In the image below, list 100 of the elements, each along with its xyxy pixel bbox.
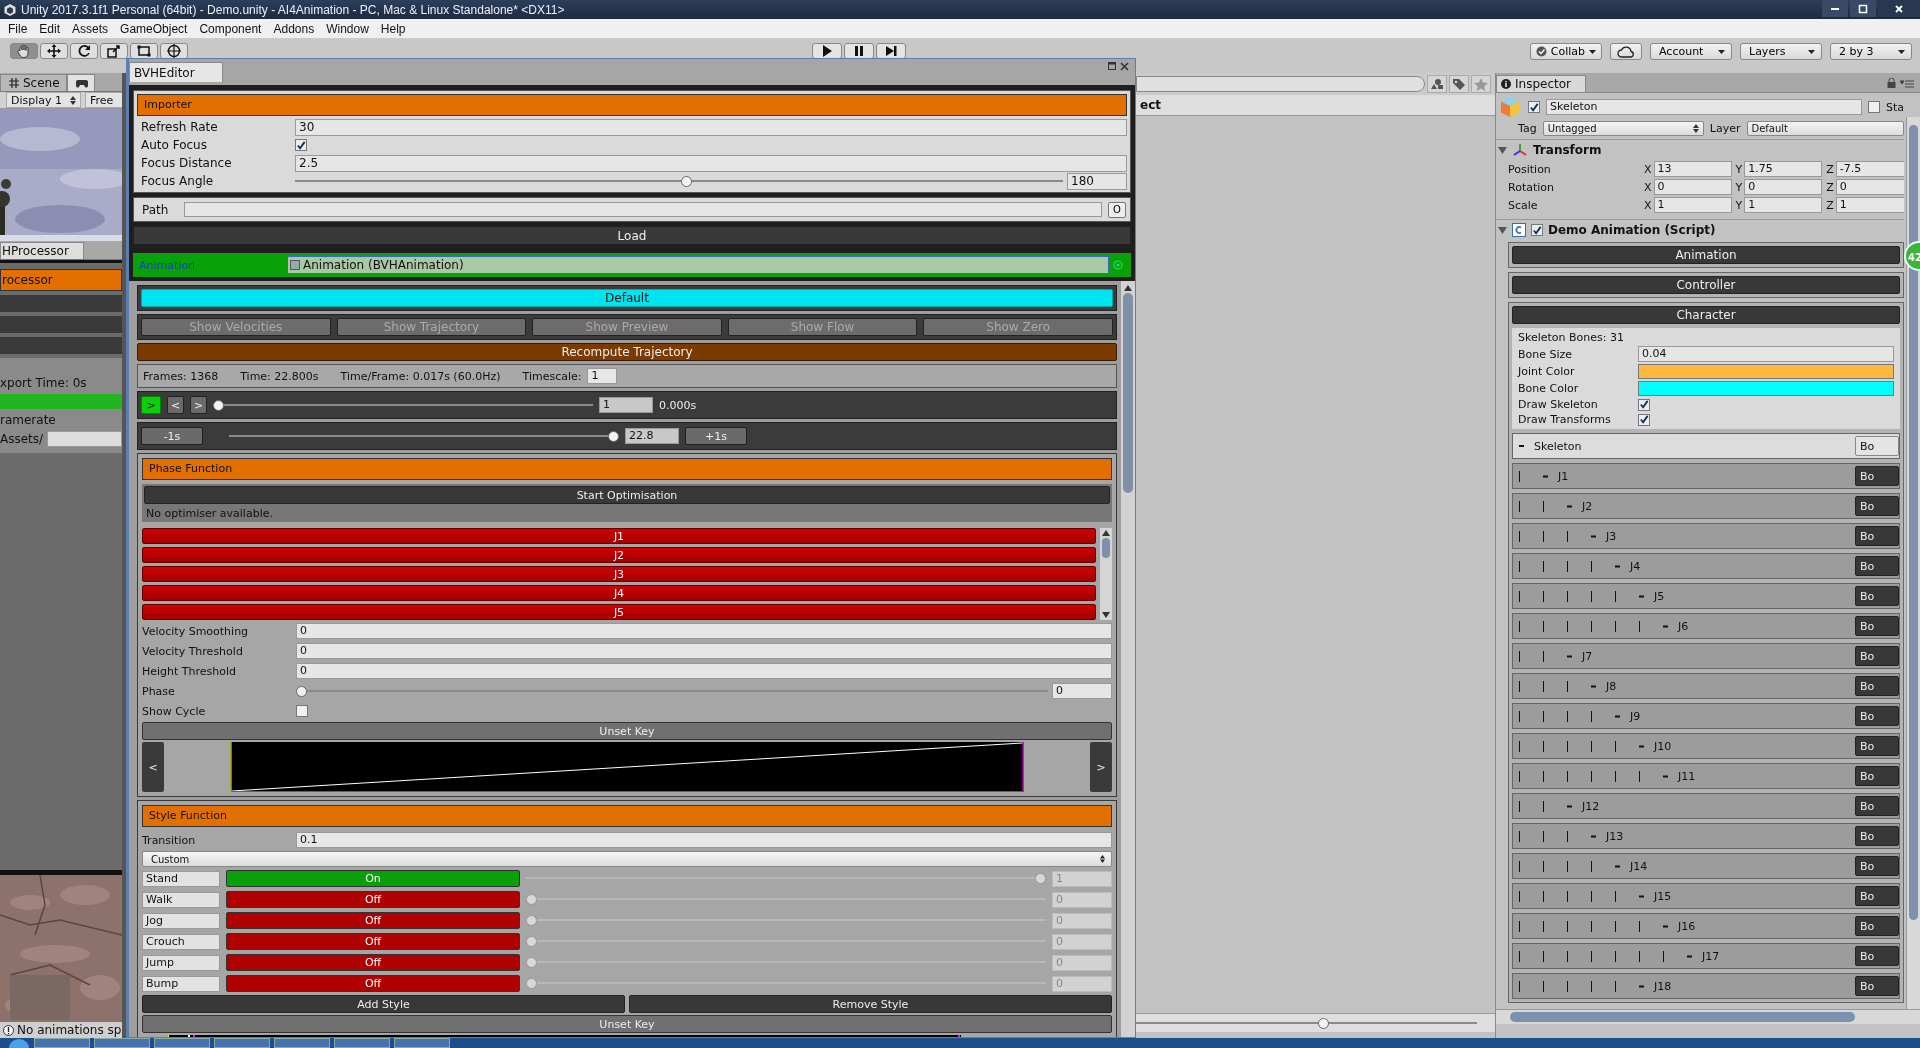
time-field[interactable]: 22.8 xyxy=(625,428,679,444)
tree-row[interactable]: J1 Bo xyxy=(1512,463,1900,489)
timescale-field[interactable]: 1 xyxy=(587,368,618,384)
tree-row[interactable]: J9 Bo xyxy=(1512,703,1900,729)
mode-dropdown[interactable]: Custom xyxy=(142,851,1112,867)
checkbox[interactable] xyxy=(1867,101,1880,113)
menu-item[interactable]: Edit xyxy=(33,20,67,37)
section-button[interactable]: Controller xyxy=(1512,276,1900,294)
bone-button[interactable]: Bo xyxy=(1855,736,1899,756)
menu-item[interactable]: Help xyxy=(374,20,412,37)
browse-button[interactable]: O xyxy=(1108,201,1126,218)
bone-button[interactable]: Bo xyxy=(1855,976,1899,996)
minimize-button[interactable] xyxy=(1822,0,1848,17)
tab[interactable]: HProcessor xyxy=(0,242,84,259)
scroll-up-icon[interactable] xyxy=(1124,285,1132,291)
playback-button[interactable] xyxy=(875,43,906,59)
menu-item[interactable]: Window xyxy=(320,20,375,37)
bone-button[interactable]: Bo xyxy=(1855,826,1899,846)
text-field[interactable]: 0.1 xyxy=(296,832,1112,848)
add-style-button[interactable]: Add Style xyxy=(142,995,625,1013)
section-button[interactable]: Character xyxy=(1512,306,1900,324)
checkbox[interactable] xyxy=(1528,101,1540,113)
number-field[interactable]: 13 xyxy=(1653,161,1732,177)
slider-thumb[interactable] xyxy=(681,175,693,187)
joint-button[interactable]: J5 xyxy=(142,604,1096,620)
name-field[interactable]: Skeleton xyxy=(1546,99,1862,115)
menu-item[interactable]: File xyxy=(2,20,34,37)
bone-button[interactable]: Bo xyxy=(1855,646,1899,666)
tree-row[interactable]: J11 Bo xyxy=(1512,763,1900,789)
label-button[interactable] xyxy=(1449,75,1469,93)
scroll-down-icon[interactable] xyxy=(1102,612,1110,618)
number-field[interactable]: 0 xyxy=(1653,179,1732,195)
filter-button[interactable] xyxy=(1427,75,1447,93)
slider-thumb[interactable] xyxy=(608,430,619,442)
color-field[interactable] xyxy=(1638,381,1894,396)
display-dropdown[interactable]: Display 1 xyxy=(6,92,82,108)
cloud-button[interactable] xyxy=(1610,43,1642,60)
tool-button[interactable] xyxy=(70,43,98,59)
collab-button[interactable]: Collab xyxy=(1529,43,1602,60)
previous-button[interactable]: < xyxy=(142,742,164,792)
tree-row[interactable]: J10 Bo xyxy=(1512,733,1900,759)
tree-row[interactable]: J13 Bo xyxy=(1512,823,1900,849)
joint-button[interactable]: J4 xyxy=(142,585,1096,601)
taskbar-button[interactable] xyxy=(274,1038,330,1048)
text-field[interactable]: 2.5 xyxy=(295,154,1127,172)
bone-button[interactable]: Bo xyxy=(1855,496,1899,516)
tab[interactable] xyxy=(66,74,95,91)
menu-icon[interactable] xyxy=(1900,80,1914,88)
tab[interactable]: BVHEditor xyxy=(129,62,223,82)
menu-item[interactable]: Assets xyxy=(66,20,115,37)
taskbar-button[interactable] xyxy=(214,1038,270,1048)
tree-row[interactable]: J4 Bo xyxy=(1512,553,1900,579)
playback-button[interactable] xyxy=(843,43,874,59)
previous-button[interactable]: < xyxy=(167,396,184,414)
taskbar-button[interactable] xyxy=(394,1038,450,1048)
checkbox[interactable] xyxy=(295,139,307,151)
tree-row[interactable]: J7 Bo xyxy=(1512,643,1900,669)
slider-track[interactable] xyxy=(1136,1017,1477,1029)
recompute-button[interactable]: Recompute Trajectory xyxy=(137,343,1117,361)
start-icon[interactable] xyxy=(8,1038,30,1048)
expand-arrow-icon[interactable] xyxy=(1498,145,1507,155)
text-field[interactable]: 30 xyxy=(295,118,1127,136)
number-field[interactable]: 1 xyxy=(1744,197,1823,213)
layout-dropdown[interactable]: 2 by 3 xyxy=(1830,43,1912,60)
taskbar-button[interactable] xyxy=(94,1038,150,1048)
number-field[interactable]: 0 xyxy=(1744,179,1823,195)
tool-button[interactable] xyxy=(130,43,158,59)
tree-row[interactable]: J3 Bo xyxy=(1512,523,1900,549)
bone-button[interactable]: Bo xyxy=(1855,556,1899,576)
value-field[interactable]: 180 xyxy=(1067,172,1127,190)
number-field[interactable]: 1.75 xyxy=(1744,161,1823,177)
tab[interactable]: Scene xyxy=(0,74,67,91)
tree-row[interactable]: J12 Bo xyxy=(1512,793,1900,819)
number-field[interactable]: 1 xyxy=(1835,197,1904,213)
bone-button[interactable]: Bo xyxy=(1855,766,1899,786)
number-field[interactable]: -7.5 xyxy=(1835,161,1904,177)
joint-button[interactable]: J3 xyxy=(142,566,1096,582)
scrollbar[interactable] xyxy=(1121,281,1135,1037)
section-button[interactable]: Animation xyxy=(1512,246,1900,264)
checkbox[interactable] xyxy=(1638,413,1650,426)
text-field[interactable]: 0 xyxy=(296,623,1112,639)
tree-row[interactable]: J8 Bo xyxy=(1512,673,1900,699)
bone-button[interactable]: Bo xyxy=(1855,526,1899,546)
joint-button[interactable]: J1 xyxy=(142,528,1096,544)
lock-icon[interactable] xyxy=(1887,78,1896,88)
layers-dropdown[interactable]: Layers xyxy=(1740,43,1822,60)
value-field[interactable]: 0 xyxy=(1052,683,1112,699)
scrollbar-thumb[interactable] xyxy=(1510,1012,1855,1022)
tree-row[interactable]: J5 Bo xyxy=(1512,583,1900,609)
scrollbar-thumb[interactable] xyxy=(1909,125,1918,920)
unset-key-button[interactable]: Unset Key xyxy=(142,1015,1112,1033)
tab[interactable]: Inspector xyxy=(1496,75,1586,92)
tree-row[interactable]: J6 Bo xyxy=(1512,613,1900,639)
taskbar-button[interactable] xyxy=(34,1038,90,1048)
tree-row[interactable]: J2 Bo xyxy=(1512,493,1900,519)
taskbar-button[interactable] xyxy=(334,1038,390,1048)
bone-button[interactable]: Bo xyxy=(1855,436,1899,456)
scrollbar-thumb[interactable] xyxy=(1123,293,1133,493)
checkbox[interactable] xyxy=(296,705,308,717)
bone-button[interactable]: Bo xyxy=(1855,796,1899,816)
